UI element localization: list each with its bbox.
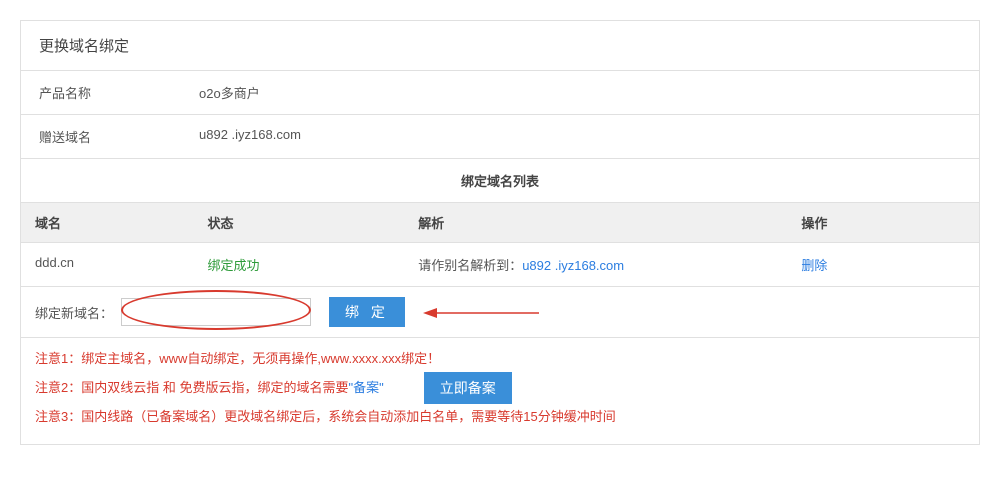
cell-resolve: 请作别名解析到：u892 .iyz168.com [404,243,787,287]
note-3: 注意3：国内线路（已备案域名）更改域名绑定后，系统会自动添加白名单，需要等待15… [35,404,965,430]
product-label: 产品名称 [21,71,181,114]
delete-link[interactable]: 删除 [801,258,827,273]
gift-domain-row: 赠送域名 u892 .iyz168.com [21,115,979,159]
new-domain-input[interactable] [121,298,311,326]
bind-label: 绑定新域名： [35,303,113,322]
col-domain-header: 域名 [21,203,193,243]
cell-action: 删除 [787,243,979,287]
gift-domain-value: u892 .iyz168.com [181,115,979,158]
cell-domain: ddd.cn [21,243,193,287]
domain-table: 域名 状态 解析 操作 ddd.cn 绑定成功 请作别名解析到：u892 .iy… [21,203,979,287]
cell-status: 绑定成功 [193,243,404,287]
domain-binding-panel: 更换域名绑定 产品名称 o2o多商户 赠送域名 u892 .iyz168.com… [20,20,980,445]
note-1: 注意1：绑定主域名，www自动绑定，无须再操作,www.xxxx.xxx绑定！ [35,346,965,372]
domain-list-title: 绑定域名列表 [21,159,979,203]
notes-block: 注意1：绑定主域名，www自动绑定，无须再操作,www.xxxx.xxx绑定！ … [21,338,979,444]
resolve-target: u892 .iyz168.com [522,258,624,273]
table-row: ddd.cn 绑定成功 请作别名解析到：u892 .iyz168.com 删除 [21,243,979,287]
resolve-prefix: 请作别名解析到： [418,258,522,273]
note-2-quoted: "备案" [348,375,383,401]
col-status-header: 状态 [193,203,404,243]
bind-button[interactable]: 绑 定 [329,297,405,327]
annotation-arrow-icon [421,305,541,325]
note-2-text: 注意2：国内双线云指 和 免费版云指，绑定的域名需要 [35,375,348,401]
note-2: 注意2：国内双线云指 和 免费版云指，绑定的域名需要 "备案" 立即备案 [35,372,965,404]
col-resolve-header: 解析 [404,203,787,243]
record-button[interactable]: 立即备案 [424,372,512,404]
gift-domain-label: 赠送域名 [21,115,181,158]
product-value: o2o多商户 [181,71,979,114]
product-row: 产品名称 o2o多商户 [21,71,979,115]
bind-new-domain-row: 绑定新域名： 绑 定 [21,287,979,338]
panel-title: 更换域名绑定 [21,21,979,71]
col-action-header: 操作 [787,203,979,243]
